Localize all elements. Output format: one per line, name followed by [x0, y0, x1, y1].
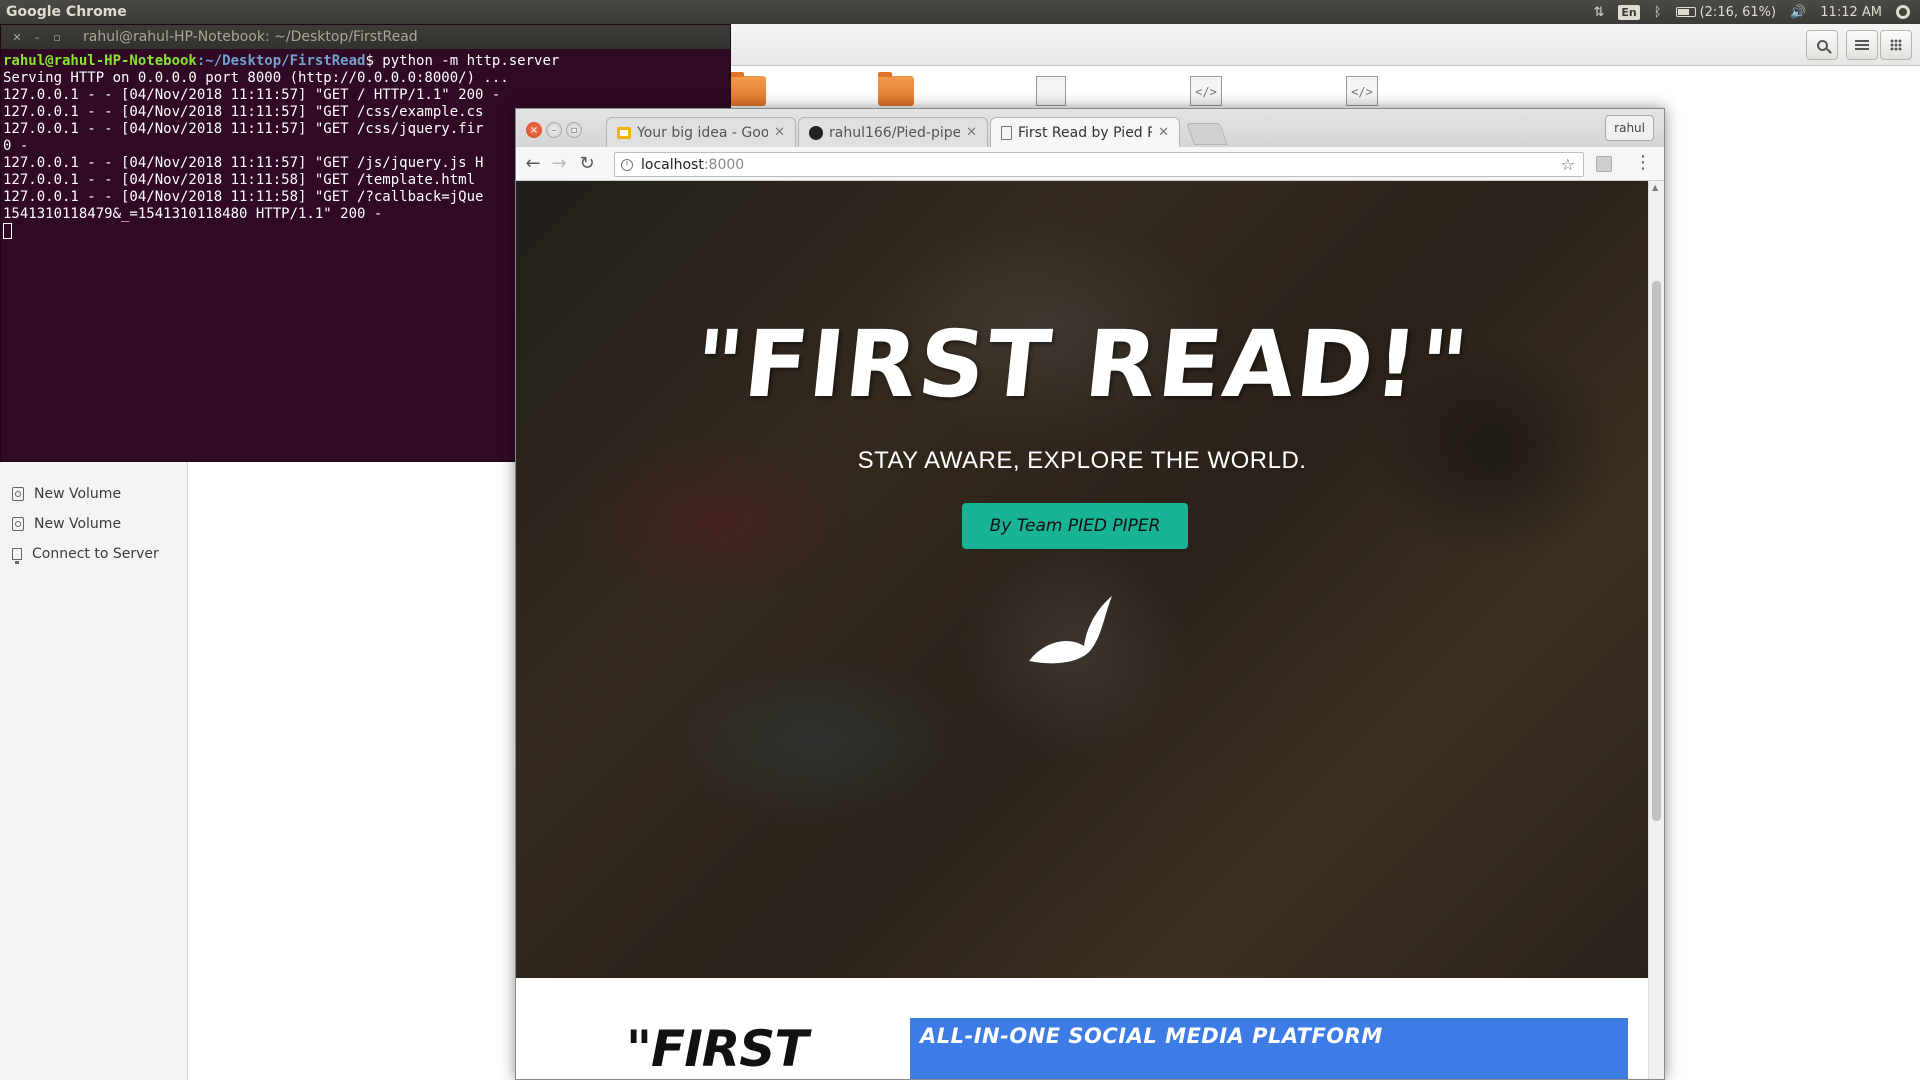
- terminal-line: Serving HTTP on 0.0.0.0 port 8000 (http:…: [3, 70, 509, 86]
- section-logo-text: "FIRST: [626, 1020, 808, 1078]
- chrome-window: × – ▫ Your big idea - Goo ✕ rahul166/Pie…: [515, 108, 1665, 1080]
- reload-icon[interactable]: ↻: [576, 153, 598, 175]
- address-bar[interactable]: i localhost:8000 ☆: [614, 152, 1584, 177]
- close-icon[interactable]: ✕: [11, 31, 23, 44]
- sidebar-item-label: Connect to Server: [32, 546, 159, 562]
- code-file-icon[interactable]: </>: [1346, 76, 1378, 106]
- maximize-icon[interactable]: ▫: [566, 122, 582, 138]
- close-icon[interactable]: ×: [526, 122, 542, 138]
- page-viewport[interactable]: "FIRST READ!" STAY AWARE, EXPLORE THE WO…: [516, 181, 1648, 1079]
- terminal-line: 1541310118479&_=1541310118480 HTTP/1.1" …: [3, 206, 383, 222]
- volume-icon[interactable]: 🔊: [1790, 5, 1806, 20]
- minimize-icon[interactable]: –: [546, 122, 562, 138]
- feather-logo-icon: [1029, 596, 1112, 664]
- page-icon: [1001, 125, 1012, 140]
- url-port: :8000: [703, 156, 745, 173]
- scroll-thumb[interactable]: [1652, 281, 1661, 821]
- feature-banner: ALL-IN-ONE SOCIAL MEDIA PLATFORM: [910, 1018, 1628, 1079]
- top-panel: Google Chrome ⇅ En ᛒ (2:16, 61%) 🔊 11:12…: [0, 0, 1920, 24]
- sidebar-item-label: New Volume: [34, 516, 122, 532]
- tab-github[interactable]: rahul166/Pied-pipe ✕: [798, 117, 988, 147]
- battery-fill: [1677, 9, 1689, 15]
- terminal-line: 127.0.0.1 - - [04/Nov/2018 11:11:57] "GE…: [3, 104, 484, 120]
- info-icon[interactable]: i: [621, 158, 633, 171]
- code-file-icon[interactable]: </>: [1190, 76, 1222, 106]
- about-section: "FIRST ALL-IN-ONE SOCIAL MEDIA PLATFORM: [516, 978, 1648, 1079]
- tab-close-icon[interactable]: ✕: [966, 125, 977, 140]
- tab-label: Your big idea - Goo: [637, 124, 769, 141]
- terminal-line: 127.0.0.1 - - [04/Nov/2018 11:11:58] "GE…: [3, 189, 484, 205]
- document-icon[interactable]: [1036, 76, 1066, 106]
- sidebar-item-label: New Volume: [34, 486, 122, 502]
- tab-close-icon[interactable]: ✕: [774, 125, 785, 140]
- terminal-line: 127.0.0.1 - - [04/Nov/2018 11:11:58] "GE…: [3, 172, 484, 188]
- tab-first-read[interactable]: First Read by Pied P ✕: [990, 117, 1180, 147]
- battery-icon: [1675, 7, 1696, 17]
- network-icon[interactable]: ⇅: [1594, 5, 1605, 20]
- folder-icon[interactable]: [878, 72, 914, 106]
- prompt-path: :~/Desktop/FirstRead: [196, 53, 366, 69]
- hero-section: "FIRST READ!" STAY AWARE, EXPLORE THE WO…: [516, 181, 1648, 978]
- bluetooth-icon[interactable]: ᛒ: [1654, 5, 1662, 20]
- terminal-line: 127.0.0.1 - - [04/Nov/2018 11:11:57] "GE…: [3, 121, 484, 137]
- forward-icon[interactable]: →: [548, 153, 570, 175]
- list-view-icon[interactable]: [1846, 30, 1878, 60]
- settings-gear-icon[interactable]: [1896, 5, 1910, 19]
- sidebar-item-connect-to-server[interactable]: Connect to Server: [0, 540, 186, 568]
- terminal-line: 127.0.0.1 - - [04/Nov/2018 11:11:57] "GE…: [3, 155, 484, 171]
- hero-title: "FIRST READ!": [689, 311, 1475, 418]
- grid-view-icon[interactable]: [1880, 30, 1912, 60]
- tab-label: First Read by Pied P: [1018, 124, 1153, 141]
- maximize-icon[interactable]: ▫: [51, 31, 63, 44]
- hero-overlay: [516, 181, 1648, 978]
- indicator-area: ⇅ En ᛒ (2:16, 61%) 🔊 11:12 AM: [1594, 0, 1910, 24]
- scroll-up-icon[interactable]: ▲: [1652, 183, 1658, 192]
- terminal-cursor: [3, 223, 12, 239]
- clock[interactable]: 11:12 AM: [1820, 5, 1882, 20]
- url-host: localhost: [641, 156, 704, 173]
- slides-icon: [617, 126, 631, 139]
- search-icon[interactable]: [1806, 30, 1838, 60]
- drive-icon: [12, 487, 24, 501]
- extension-icon[interactable]: [1596, 156, 1612, 172]
- tab-your-big-idea[interactable]: Your big idea - Goo ✕: [606, 117, 796, 147]
- minimize-icon[interactable]: –: [31, 31, 43, 44]
- page-scrollbar[interactable]: ▲: [1648, 181, 1664, 1079]
- battery-text: (2:16, 61%): [1699, 4, 1777, 20]
- command-text: $ python -m http.server: [365, 53, 560, 69]
- terminal-line: 0 -: [3, 138, 29, 154]
- terminal-titlebar[interactable]: ✕ – ▫ rahul@rahul-HP-Notebook: ~/Desktop…: [1, 25, 730, 49]
- github-icon: [809, 125, 823, 140]
- tab-strip: × – ▫ Your big idea - Goo ✕ rahul166/Pie…: [516, 109, 1664, 147]
- prompt-user: rahul@rahul-HP-Notebook: [3, 53, 197, 69]
- bookmark-star-icon[interactable]: ☆: [1561, 155, 1575, 174]
- server-icon: [12, 548, 22, 564]
- profile-button[interactable]: rahul: [1605, 115, 1654, 141]
- team-button[interactable]: By Team PIED PIPER: [962, 503, 1188, 549]
- terminal-line: 127.0.0.1 - - [04/Nov/2018 11:11:57] "GE…: [3, 87, 501, 103]
- folder-icon[interactable]: [730, 72, 766, 106]
- drive-icon: [12, 517, 24, 531]
- tab-label: rahul166/Pied-pipe: [829, 124, 961, 141]
- new-tab-button[interactable]: [1185, 123, 1229, 145]
- sidebar-item-new-volume[interactable]: New Volume: [0, 510, 186, 538]
- banner-text: ALL-IN-ONE SOCIAL MEDIA PLATFORM: [920, 1024, 1383, 1048]
- battery-indicator[interactable]: (2:16, 61%): [1675, 4, 1777, 20]
- chrome-toolbar: ← → ↻ i localhost:8000 ☆ ⋮: [516, 147, 1664, 181]
- menu-icon[interactable]: ⋮: [1634, 151, 1652, 175]
- back-icon[interactable]: ←: [522, 153, 544, 175]
- sidebar-item-new-volume[interactable]: New Volume: [0, 480, 186, 508]
- keyboard-layout-indicator[interactable]: En: [1618, 4, 1640, 20]
- tab-close-icon[interactable]: ✕: [1158, 125, 1169, 140]
- terminal-title: rahul@rahul-HP-Notebook: ~/Desktop/First…: [83, 29, 418, 45]
- app-title: Google Chrome: [6, 4, 127, 20]
- hero-subtitle: STAY AWARE, EXPLORE THE WORLD.: [857, 447, 1307, 474]
